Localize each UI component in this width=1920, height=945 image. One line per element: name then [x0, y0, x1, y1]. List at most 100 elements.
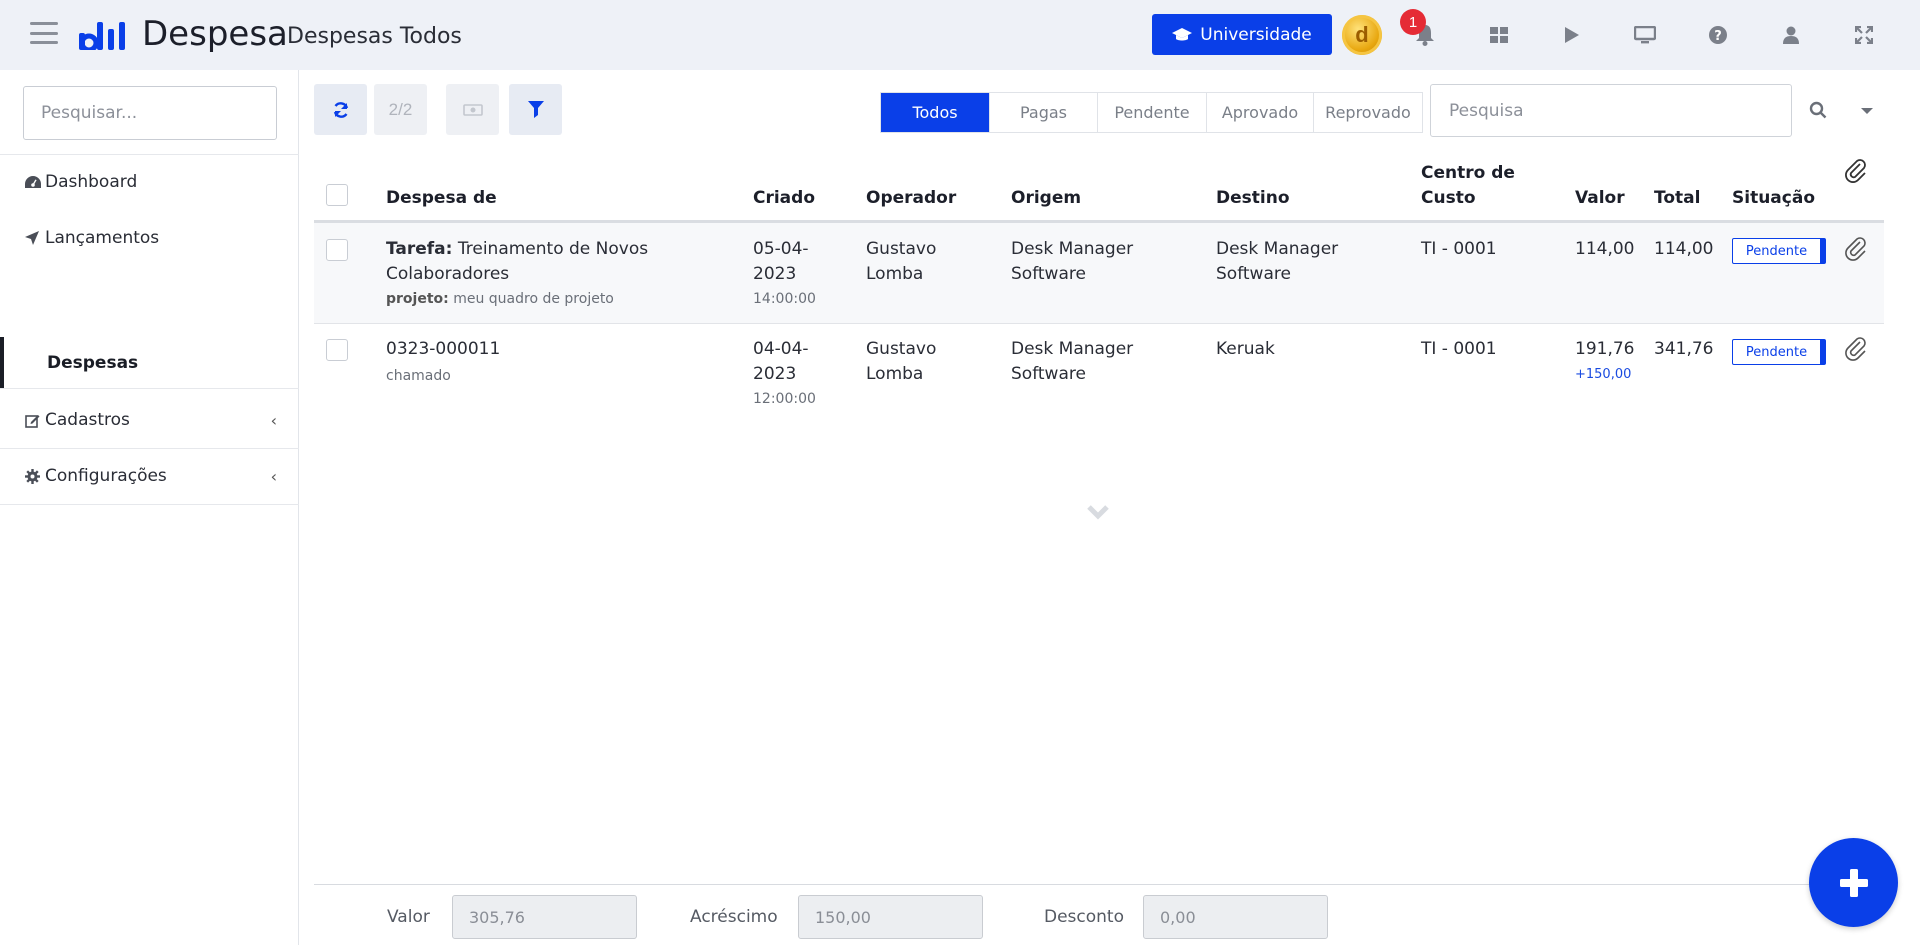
grid-icon[interactable]	[1486, 22, 1512, 48]
app-title: Despesa	[142, 14, 288, 54]
row-title: Tarefa: Treinamento de Novos Colaborador…	[386, 237, 676, 312]
row-date-line1: 05-04-	[753, 239, 809, 259]
row-destino-line1: Desk Manager	[1216, 239, 1339, 259]
col-origem[interactable]: Origem	[1011, 186, 1081, 211]
row-origem-line1: Desk Manager	[1011, 239, 1134, 259]
page-subtitle: Despesas Todos	[287, 24, 462, 49]
desconto-field: 0,00	[1143, 895, 1328, 939]
search-icon[interactable]	[1805, 97, 1831, 123]
chevron-down-icon[interactable]	[1086, 503, 1110, 521]
row-destino: Desk Manager Software	[1216, 237, 1338, 287]
plus-icon	[1839, 868, 1868, 897]
university-button[interactable]: Universidade	[1152, 14, 1332, 55]
table-row[interactable]: 0323-000011 chamado 04-04- 2023 12:00:00…	[314, 324, 1884, 424]
col-situacao[interactable]: Situação	[1732, 186, 1815, 211]
dashboard-icon	[25, 175, 45, 189]
sidebar-item-label: Lançamentos	[45, 228, 160, 248]
row-title-line1: 0323-000011	[386, 339, 501, 359]
col-destino[interactable]: Destino	[1216, 186, 1290, 211]
chevron-left-icon: ‹	[270, 410, 277, 430]
chevron-down-icon[interactable]	[1854, 98, 1880, 124]
row-destino-line1: Keruak	[1216, 339, 1275, 359]
play-icon[interactable]	[1559, 22, 1585, 48]
row-sub: chamado	[386, 368, 451, 384]
row-time: 12:00:00	[753, 391, 816, 407]
coin-icon[interactable]: d	[1342, 15, 1382, 55]
row-date-line2: 2023	[753, 364, 797, 384]
tab-pagas[interactable]: Pagas	[989, 93, 1097, 132]
sidebar-item-lancamentos[interactable]: Lançamentos	[0, 218, 299, 258]
filter-icon	[527, 101, 544, 118]
totals-footer: Valor 305,76 Acréscimo 150,00 Desconto 0…	[314, 884, 1884, 945]
col-criado[interactable]: Criado	[753, 186, 815, 211]
row-origem-line1: Desk Manager	[1011, 339, 1134, 359]
search-input[interactable]	[1430, 84, 1792, 137]
status-badge[interactable]: Pendente	[1732, 339, 1826, 365]
acrescimo-label: Acréscimo	[690, 907, 778, 927]
row-origem: Desk Manager Software	[1011, 337, 1133, 387]
row-operador: Gustavo Lomba	[866, 337, 936, 387]
menu-icon[interactable]	[30, 22, 58, 44]
sidebar-item-label: Dashboard	[45, 172, 138, 192]
refresh-button[interactable]	[314, 84, 367, 135]
row-title: 0323-000011 chamado	[386, 337, 676, 389]
sidebar-item-despesas[interactable]: Despesas	[0, 344, 299, 382]
divider	[0, 504, 299, 505]
paperclip-icon[interactable]	[1843, 158, 1869, 184]
paperclip-icon[interactable]	[1843, 236, 1869, 262]
row-date-line2: 2023	[753, 264, 797, 284]
divider	[0, 448, 299, 449]
add-expense-button[interactable]	[1809, 838, 1898, 927]
monitor-icon[interactable]	[1632, 22, 1658, 48]
sidebar-item-cadastros[interactable]: Cadastros ‹	[0, 400, 299, 440]
sidebar-item-configuracoes[interactable]: Configurações ‹	[0, 456, 299, 496]
col-despesa-de[interactable]: Despesa de	[386, 186, 497, 211]
sidebar-item-dashboard[interactable]: Dashboard	[0, 162, 299, 202]
table-header: Despesa de Criado Operador Origem Destin…	[314, 155, 1884, 223]
tab-reprovado[interactable]: Reprovado	[1313, 93, 1422, 132]
row-checkbox[interactable]	[326, 239, 348, 261]
select-all-checkbox[interactable]	[326, 184, 348, 206]
sidebar-item-label: Configurações	[45, 466, 167, 486]
fullscreen-icon[interactable]	[1851, 22, 1877, 48]
col-centro-line2: Custo	[1421, 188, 1476, 208]
tab-aprovado[interactable]: Aprovado	[1206, 93, 1313, 132]
tab-pendente[interactable]: Pendente	[1097, 93, 1206, 132]
graduation-cap-icon	[1172, 27, 1193, 40]
row-destino-line2: Software	[1216, 264, 1291, 284]
row-date-line1: 04-04-	[753, 339, 809, 359]
row-origem: Desk Manager Software	[1011, 237, 1133, 287]
row-operador-line2: Lomba	[866, 264, 924, 284]
money-icon	[462, 103, 483, 116]
status-badge[interactable]: Pendente	[1732, 238, 1826, 264]
sidebar-search-input[interactable]	[23, 86, 277, 140]
filter-button[interactable]	[509, 84, 562, 135]
row-operador-line1: Gustavo	[866, 239, 937, 259]
money-button[interactable]	[446, 84, 499, 135]
sidebar-item-label: Cadastros	[45, 410, 130, 430]
edit-icon	[25, 413, 45, 428]
row-total: 341,76	[1654, 339, 1714, 359]
col-centro-de-custo[interactable]: Centro de Custo	[1421, 161, 1515, 211]
col-total[interactable]: Total	[1654, 186, 1700, 211]
gear-icon	[25, 468, 45, 484]
table-row[interactable]: Tarefa: Treinamento de Novos Colaborador…	[314, 223, 1884, 324]
desconto-label: Desconto	[1044, 907, 1124, 927]
row-destino: Keruak	[1216, 337, 1275, 362]
row-valor: 114,00	[1575, 237, 1634, 262]
user-icon[interactable]	[1778, 22, 1804, 48]
row-title-line1: Treinamento de Novos	[457, 239, 649, 259]
tab-todos[interactable]: Todos	[881, 93, 989, 132]
valor-field: 305,76	[452, 895, 637, 939]
row-total: 114,00	[1654, 239, 1714, 259]
help-icon[interactable]: ?	[1705, 22, 1731, 48]
col-valor[interactable]: Valor	[1575, 186, 1625, 211]
status-filter-tabs: Todos Pagas Pendente Aprovado Reprovado	[880, 92, 1423, 133]
paperclip-icon[interactable]	[1843, 336, 1869, 362]
row-centro: TI - 0001	[1421, 339, 1497, 359]
chevron-left-icon: ‹	[270, 466, 277, 486]
col-operador[interactable]: Operador	[866, 186, 956, 211]
logo-icon	[79, 22, 125, 50]
row-checkbox[interactable]	[326, 339, 348, 361]
row-valor-value: 191,76	[1575, 339, 1635, 359]
